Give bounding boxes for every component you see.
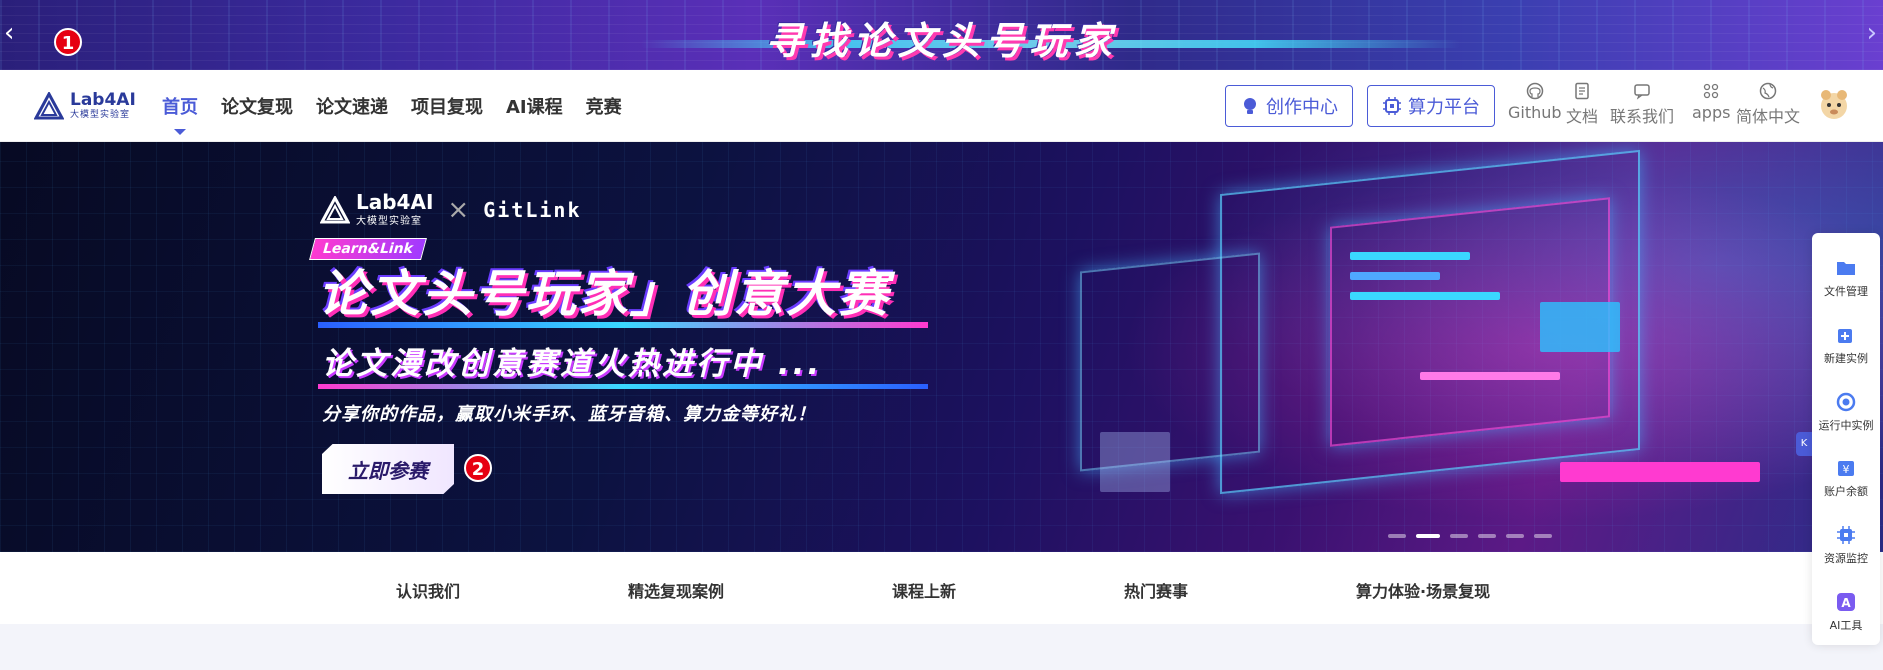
hero-bar-7: [1100, 432, 1170, 492]
creator-center-button[interactable]: 创作中心: [1225, 85, 1353, 127]
hero-title: 论文头号玩家」创意大赛: [318, 265, 890, 323]
new-instance-label: 新建实例: [1824, 352, 1868, 365]
page: 寻找论文头号玩家 ‹ › 1 Lab4AI 大模型实验室 首页 论文复现 论文速…: [0, 0, 1883, 670]
promo-banner[interactable]: 寻找论文头号玩家 ‹ › 1: [0, 0, 1883, 70]
tab-hot-competitions[interactable]: 热门赛事: [1124, 578, 1188, 602]
tab-new-courses[interactable]: 课程上新: [892, 578, 956, 602]
wallet-icon: ¥: [1838, 461, 1854, 477]
running-instance-icon: [1836, 392, 1856, 411]
annotation-badge-1: 1: [54, 28, 82, 56]
carousel-dot-6[interactable]: [1534, 534, 1552, 538]
hero-bar-5: [1540, 302, 1620, 352]
float-bar-fold-tab[interactable]: K: [1796, 432, 1812, 456]
hero-divider-2: [318, 384, 928, 389]
promo-title: 寻找论文头号玩家: [765, 19, 1118, 63]
new-instance-button[interactable]: 新建实例: [1812, 312, 1880, 379]
account-balance-button[interactable]: ¥ 账户余额: [1812, 445, 1880, 512]
apps-link[interactable]: apps: [1692, 82, 1730, 122]
github-icon: [1526, 82, 1544, 100]
creator-center-label: 创作中心: [1266, 97, 1338, 118]
avatar-icon: [1821, 90, 1847, 119]
join-now-button[interactable]: 立即参赛: [322, 444, 454, 494]
carousel-dot-4[interactable]: [1478, 534, 1496, 538]
hero-divider-1: [318, 322, 928, 328]
hero-description: 分享你的作品，赢取小米手环、蓝牙音箱、算力金等好礼！: [322, 404, 816, 425]
co-brand: Lab4AI 大模型实验室 × GitLink: [320, 192, 582, 227]
carousel-dot-5[interactable]: [1506, 534, 1524, 538]
docs-link[interactable]: 文档: [1566, 82, 1598, 127]
add-instance-icon: [1838, 329, 1852, 343]
running-instance-label: 运行中实例: [1818, 418, 1874, 432]
menu-item-paper-reproduce[interactable]: 论文复现: [221, 93, 293, 119]
compute-platform-button[interactable]: 算力平台: [1367, 85, 1495, 127]
language-label: 简体中文: [1736, 107, 1801, 126]
hero-bar-3: [1350, 292, 1500, 300]
right-float-toolbar: 文件管理 新建实例 运行中实例 ¥ 账户余额 资源监控 A AI工具: [1812, 233, 1880, 645]
hero-bar-2: [1350, 272, 1440, 280]
co-brand-lab4ai: Lab4AI 大模型实验室: [320, 192, 433, 227]
tab-compute-experience[interactable]: 算力体验·场景复现: [1356, 578, 1490, 602]
ai-tool-icon: A: [1837, 592, 1855, 611]
chevron-left-icon[interactable]: ‹: [4, 20, 14, 46]
chip-icon: [1383, 97, 1401, 115]
carousel-dot-1[interactable]: [1388, 534, 1406, 538]
running-instance-button[interactable]: 运行中实例: [1812, 378, 1880, 445]
svg-text:¥: ¥: [1843, 463, 1850, 476]
docs-label: 文档: [1566, 107, 1599, 126]
menu-item-ai-courses[interactable]: AI课程: [506, 93, 563, 119]
hero-bar-4: [1560, 462, 1760, 482]
top-nav: Lab4AI 大模型实验室 首页 论文复现 论文速递 项目复现 AI课程 竞赛 …: [0, 70, 1883, 142]
language-switch[interactable]: 简体中文: [1736, 82, 1800, 127]
menu-item-home[interactable]: 首页: [162, 93, 198, 135]
logo-sub: 大模型实验室: [70, 110, 131, 120]
github-label: Github: [1508, 103, 1562, 122]
hero-carousel[interactable]: Lab4AI 大模型实验室 × GitLink Learn&Link 论文头号玩…: [0, 142, 1883, 552]
compute-platform-label: 算力平台: [1408, 97, 1480, 118]
chat-icon: [1634, 84, 1650, 100]
account-balance-label: 账户余额: [1824, 485, 1868, 499]
co-brand-gitlink: GitLink: [483, 197, 582, 222]
hero-bar-1: [1350, 252, 1470, 260]
svg-text:A: A: [1841, 596, 1851, 610]
content-background: [0, 624, 1883, 670]
ai-tools-label: AI工具: [1829, 618, 1863, 632]
folder-icon: [1837, 262, 1855, 276]
menu-item-paper-express[interactable]: 论文速递: [316, 93, 388, 119]
contact-label: 联系我们: [1610, 107, 1675, 126]
resource-monitor-label: 资源监控: [1824, 552, 1868, 566]
bulb-icon: [1244, 98, 1256, 114]
lab4ai-logo-icon: [320, 195, 350, 223]
menu-item-project-reproduce[interactable]: 项目复现: [411, 93, 483, 119]
tab-featured-cases[interactable]: 精选复现案例: [628, 578, 724, 602]
file-management-label: 文件管理: [1824, 285, 1868, 299]
chip-monitor-icon: [1837, 526, 1855, 545]
tab-about-us[interactable]: 认识我们: [396, 578, 460, 602]
user-avatar[interactable]: [1815, 86, 1853, 124]
logo[interactable]: Lab4AI 大模型实验室: [34, 90, 136, 122]
carousel-dot-2[interactable]: [1416, 534, 1440, 538]
carousel-dot-3[interactable]: [1450, 534, 1468, 538]
logo-name: Lab4AI: [70, 90, 136, 110]
co-brand-lab-sub: 大模型实验室: [356, 216, 422, 227]
chevron-right-icon[interactable]: ›: [1867, 20, 1877, 46]
document-icon: [1575, 82, 1589, 100]
logo-mark-icon: [34, 92, 64, 120]
co-brand-lab-name: Lab4AI: [356, 190, 434, 214]
file-management-button[interactable]: 文件管理: [1812, 245, 1880, 312]
apps-grid-icon: [1704, 83, 1719, 99]
apps-label: apps: [1692, 103, 1731, 122]
resource-monitor-button[interactable]: 资源监控: [1812, 512, 1880, 579]
co-brand-times: ×: [447, 194, 470, 225]
section-tabs: 认识我们 精选复现案例 课程上新 热门赛事 算力体验·场景复现: [0, 552, 1883, 624]
contact-link[interactable]: 联系我们: [1610, 82, 1674, 127]
annotation-badge-2: 2: [464, 454, 492, 482]
github-link[interactable]: Github: [1508, 82, 1562, 122]
carousel-indicators: [1388, 534, 1552, 538]
menu-item-competition[interactable]: 竞赛: [586, 93, 622, 119]
globe-icon: [1759, 82, 1777, 100]
hero-bar-6: [1420, 372, 1560, 380]
main-menu: 首页 论文复现 论文速递 项目复现 AI课程 竞赛: [162, 70, 622, 142]
ai-tools-button[interactable]: A AI工具: [1812, 578, 1880, 645]
hero-subtitle: 论文漫改创意赛道火热进行中 ...: [322, 346, 823, 382]
